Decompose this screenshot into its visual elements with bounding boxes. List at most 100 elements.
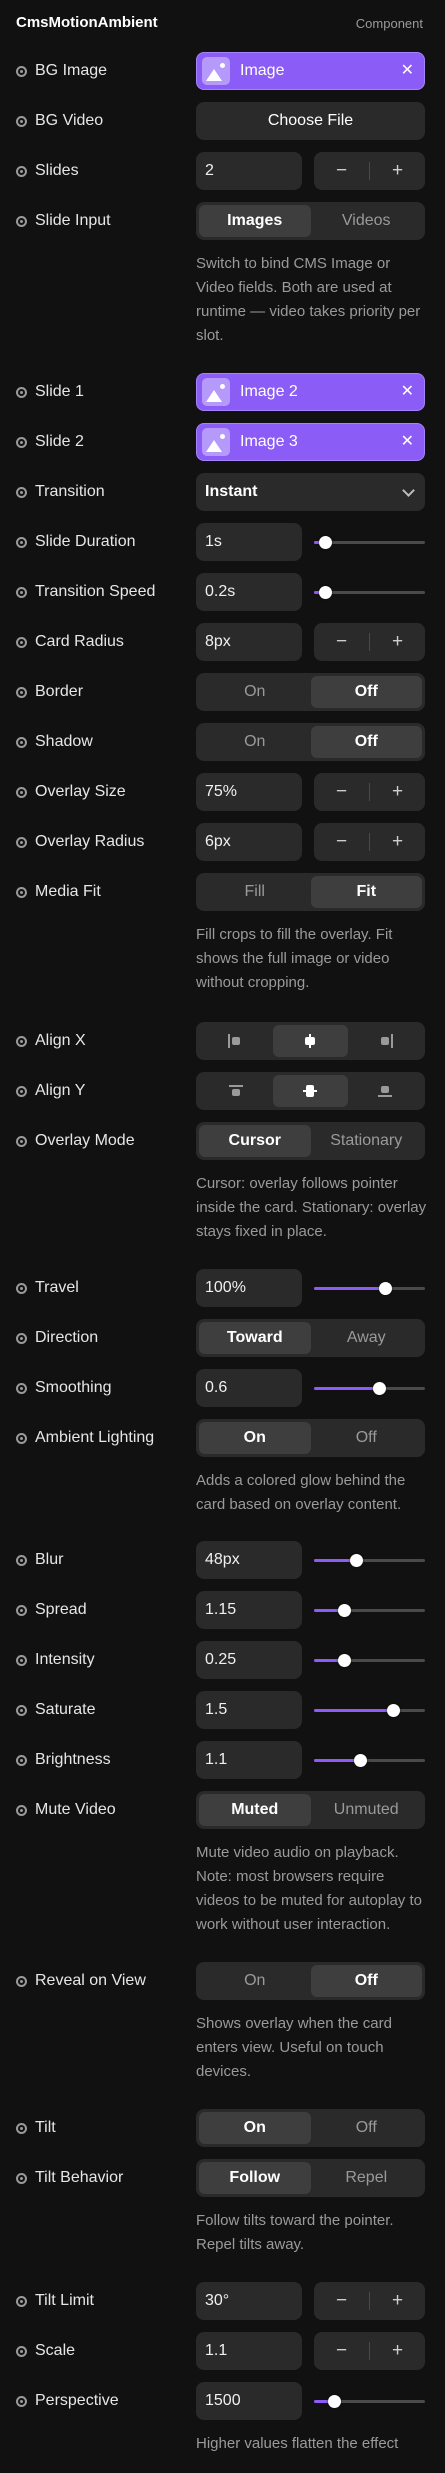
smoothing-input[interactable]: 0.6 xyxy=(196,1369,302,1407)
gear-icon[interactable] xyxy=(16,1382,27,1394)
gear-icon[interactable] xyxy=(16,1804,27,1816)
gear-icon[interactable] xyxy=(16,2345,27,2357)
decrement-button[interactable]: − xyxy=(314,2332,369,2370)
segment-option[interactable]: Images xyxy=(199,205,311,237)
brightness-slider[interactable] xyxy=(314,1739,425,1781)
decrement-button[interactable]: − xyxy=(314,773,369,811)
gear-icon[interactable] xyxy=(16,215,27,227)
segment-option[interactable]: Off xyxy=(310,676,422,708)
gear-icon[interactable] xyxy=(16,115,27,127)
segment-option[interactable]: On xyxy=(199,1422,311,1454)
slider-handle[interactable] xyxy=(337,1604,351,1617)
slides-input[interactable]: 2 xyxy=(196,152,302,190)
scale-input[interactable]: 1.1 xyxy=(196,2332,302,2370)
gear-icon[interactable] xyxy=(16,636,27,648)
gear-icon[interactable] xyxy=(16,486,27,498)
slider-handle[interactable] xyxy=(379,1282,393,1295)
slider-handle[interactable] xyxy=(350,1554,364,1567)
slider-handle[interactable] xyxy=(319,586,333,599)
close-icon[interactable]: ✕ xyxy=(401,432,414,452)
choose-file-button[interactable]: Choose File xyxy=(196,102,425,140)
perspective-input[interactable]: 1500 xyxy=(196,2382,302,2420)
decrement-button[interactable]: − xyxy=(314,2282,369,2320)
transition-speed-input[interactable]: 0.2s xyxy=(196,573,302,611)
gear-icon[interactable] xyxy=(16,1432,27,1444)
gear-icon[interactable] xyxy=(16,736,27,748)
segment-option[interactable]: Repel xyxy=(311,2162,423,2194)
align-bottom-icon[interactable] xyxy=(348,1075,422,1107)
overlay-radius-input[interactable]: 6px xyxy=(196,823,302,861)
slider-handle[interactable] xyxy=(373,1382,387,1395)
increment-button[interactable]: + xyxy=(370,2332,425,2370)
align-top-icon[interactable] xyxy=(199,1075,273,1107)
saturate-slider[interactable] xyxy=(314,1689,425,1731)
gear-icon[interactable] xyxy=(16,786,27,798)
segment-option[interactable]: On xyxy=(199,676,311,708)
segment-option[interactable]: On xyxy=(199,2112,311,2144)
segment-option[interactable]: Videos xyxy=(311,205,423,237)
transition-speed-slider[interactable] xyxy=(314,571,425,613)
slider-handle[interactable] xyxy=(353,1754,367,1767)
tilt-limit-input[interactable]: 30° xyxy=(196,2282,302,2320)
gear-icon[interactable] xyxy=(16,1035,27,1047)
gear-icon[interactable] xyxy=(16,536,27,548)
gear-icon[interactable] xyxy=(16,2295,27,2307)
saturate-input[interactable]: 1.5 xyxy=(196,1691,302,1729)
travel-input[interactable]: 100% xyxy=(196,1269,302,1307)
slider-handle[interactable] xyxy=(319,536,333,549)
segment-option[interactable]: Off xyxy=(310,1965,422,1997)
increment-button[interactable]: + xyxy=(370,2282,425,2320)
card-radius-input[interactable]: 8px xyxy=(196,623,302,661)
align-center-h-icon[interactable] xyxy=(273,1025,348,1057)
align-right-icon[interactable] xyxy=(348,1025,422,1057)
gear-icon[interactable] xyxy=(16,1704,27,1716)
blur-input[interactable]: 48px xyxy=(196,1541,302,1579)
gear-icon[interactable] xyxy=(16,686,27,698)
decrement-button[interactable]: − xyxy=(314,152,369,190)
gear-icon[interactable] xyxy=(16,586,27,598)
smoothing-slider[interactable] xyxy=(314,1367,425,1409)
segment-option[interactable]: Stationary xyxy=(311,1125,423,1157)
gear-icon[interactable] xyxy=(16,1332,27,1344)
decrement-button[interactable]: − xyxy=(314,823,369,861)
gear-icon[interactable] xyxy=(16,1754,27,1766)
bg-image-chip[interactable]: Image ✕ xyxy=(196,52,425,90)
decrement-button[interactable]: − xyxy=(314,623,369,661)
segment-option[interactable]: Off xyxy=(311,1422,423,1454)
gear-icon[interactable] xyxy=(16,436,27,448)
slide-2-chip[interactable]: Image 3 ✕ xyxy=(196,423,425,461)
gear-icon[interactable] xyxy=(16,2122,27,2134)
gear-icon[interactable] xyxy=(16,836,27,848)
travel-slider[interactable] xyxy=(314,1267,425,1309)
slide-duration-slider[interactable] xyxy=(314,521,425,563)
intensity-input[interactable]: 0.25 xyxy=(196,1641,302,1679)
intensity-slider[interactable] xyxy=(314,1639,425,1681)
gear-icon[interactable] xyxy=(16,165,27,177)
gear-icon[interactable] xyxy=(16,1604,27,1616)
segment-option[interactable]: Follow xyxy=(199,2162,311,2194)
gear-icon[interactable] xyxy=(16,1975,27,1987)
close-icon[interactable]: ✕ xyxy=(401,382,414,402)
slide-1-chip[interactable]: Image 2 ✕ xyxy=(196,373,425,411)
perspective-slider[interactable] xyxy=(314,2380,425,2422)
segment-option[interactable]: Away xyxy=(311,1322,423,1354)
gear-icon[interactable] xyxy=(16,1085,27,1097)
gear-icon[interactable] xyxy=(16,1554,27,1566)
slider-handle[interactable] xyxy=(327,2395,341,2408)
blur-slider[interactable] xyxy=(314,1539,425,1581)
gear-icon[interactable] xyxy=(16,65,27,77)
segment-option[interactable]: On xyxy=(199,726,311,758)
brightness-input[interactable]: 1.1 xyxy=(196,1741,302,1779)
slide-duration-input[interactable]: 1s xyxy=(196,523,302,561)
segment-option[interactable]: Unmuted xyxy=(311,1794,423,1826)
segment-option[interactable]: Off xyxy=(311,2112,423,2144)
gear-icon[interactable] xyxy=(16,1654,27,1666)
segment-option[interactable]: Toward xyxy=(199,1322,311,1354)
spread-input[interactable]: 1.15 xyxy=(196,1591,302,1629)
increment-button[interactable]: + xyxy=(370,823,425,861)
close-icon[interactable]: ✕ xyxy=(401,61,414,81)
gear-icon[interactable] xyxy=(16,1135,27,1147)
increment-button[interactable]: + xyxy=(370,152,425,190)
gear-icon[interactable] xyxy=(16,1282,27,1294)
align-center-v-icon[interactable] xyxy=(273,1075,348,1107)
